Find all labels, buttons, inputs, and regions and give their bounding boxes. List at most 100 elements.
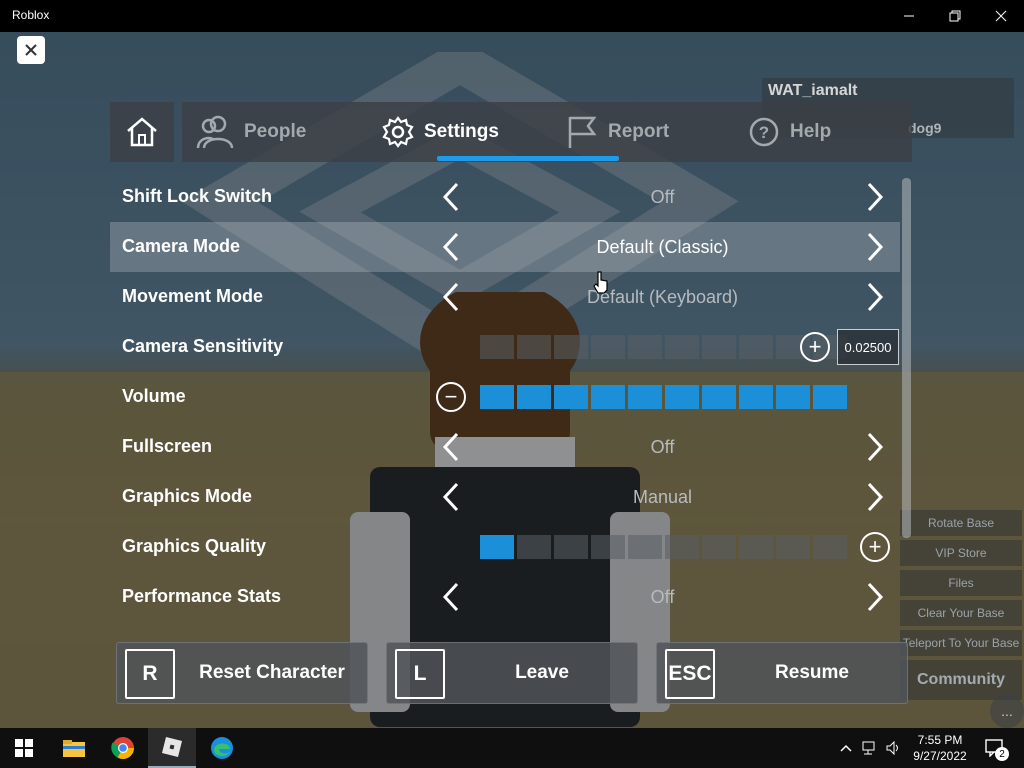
rotate-base-button[interactable]: Rotate Base	[900, 510, 1022, 536]
setting-graphics-mode[interactable]: Graphics Mode Manual	[110, 472, 900, 522]
setting-label: Performance Stats	[122, 586, 282, 606]
taskbar-roblox[interactable]	[148, 728, 196, 768]
tray-expand-button[interactable]	[838, 728, 854, 768]
setting-graphics-quality[interactable]: Graphics Quality +	[110, 522, 900, 572]
slider-segment[interactable]	[776, 535, 810, 559]
network-button[interactable]	[860, 728, 880, 768]
chevron-left-icon[interactable]	[436, 432, 466, 462]
setting-value: Manual	[632, 487, 693, 507]
plus-icon[interactable]: +	[860, 532, 890, 562]
edge-icon	[211, 737, 233, 759]
setting-camera-mode[interactable]: Camera Mode Default (Classic)	[110, 222, 900, 272]
slider-segment[interactable]	[739, 535, 773, 559]
tab-report[interactable]: Report	[566, 102, 669, 162]
taskbar-chrome[interactable]	[99, 728, 147, 768]
clear-base-button[interactable]: Clear Your Base	[900, 600, 1022, 626]
leaderboard-user[interactable]: dog9	[908, 120, 941, 136]
slider-segment[interactable]	[480, 385, 514, 409]
start-button[interactable]	[0, 728, 48, 768]
chevron-right-icon[interactable]	[860, 432, 890, 462]
chevron-left-icon[interactable]	[436, 282, 466, 312]
window-titlebar: Roblox	[0, 0, 1024, 32]
slider-segment[interactable]	[702, 535, 736, 559]
windows-start-icon	[15, 739, 33, 757]
slider-segment[interactable]	[813, 535, 847, 559]
slider-segment[interactable]	[702, 385, 736, 409]
settings-scrollbar[interactable]	[902, 178, 911, 538]
slider-segment[interactable]	[776, 385, 810, 409]
setting-label: Camera Sensitivity	[122, 336, 284, 356]
slider-segment[interactable]	[628, 535, 662, 559]
slider-segment[interactable]	[517, 535, 551, 559]
vip-store-button[interactable]: VIP Store	[900, 540, 1022, 566]
chevron-right-icon[interactable]	[860, 182, 890, 212]
slider-segment[interactable]	[739, 385, 773, 409]
chat-bubble-button[interactable]: ...	[990, 694, 1024, 728]
keybind-badge: ESC	[665, 649, 715, 699]
minus-icon[interactable]: −	[436, 382, 466, 412]
minimize-button[interactable]	[886, 0, 932, 32]
taskbar-clock[interactable]: 7:55 PM 9/27/2022	[908, 732, 972, 764]
tab-settings[interactable]: Settings	[382, 102, 499, 162]
setting-fullscreen[interactable]: Fullscreen Off	[110, 422, 900, 472]
slider-segment[interactable]	[480, 535, 514, 559]
setting-value: Default (Classic)	[596, 237, 729, 257]
slider-segment[interactable]	[665, 335, 699, 359]
chevron-left-icon[interactable]	[436, 182, 466, 212]
slider-segment[interactable]	[591, 535, 625, 559]
setting-volume[interactable]: Volume −	[110, 372, 900, 422]
slider-segment[interactable]	[702, 335, 736, 359]
tab-home[interactable]	[110, 102, 174, 162]
taskbar-edge[interactable]	[198, 728, 246, 768]
setting-camera-sensitivity[interactable]: Camera Sensitivity + 0.02500	[110, 322, 900, 372]
slider-segment[interactable]	[739, 335, 773, 359]
volume-button[interactable]	[884, 728, 904, 768]
slider-segment[interactable]	[517, 335, 551, 359]
files-button[interactable]: Files	[900, 570, 1022, 596]
setting-movement-mode[interactable]: Movement Mode Default (Keyboard)	[110, 272, 900, 322]
sensitivity-input[interactable]: 0.02500	[837, 329, 899, 365]
chevron-right-icon[interactable]	[860, 482, 890, 512]
slider-segment[interactable]	[591, 335, 625, 359]
window-title: Roblox	[12, 8, 50, 22]
slider-segment[interactable]	[517, 385, 551, 409]
restore-icon	[949, 10, 961, 22]
notifications-button[interactable]: 2	[980, 728, 1010, 768]
slider-segment[interactable]	[628, 335, 662, 359]
taskbar-file-explorer[interactable]	[50, 728, 98, 768]
volume-slider[interactable]	[480, 385, 850, 409]
chevron-right-icon[interactable]	[860, 232, 890, 262]
slider-segment[interactable]	[554, 385, 588, 409]
setting-shift-lock[interactable]: Shift Lock Switch Off	[110, 172, 900, 222]
setting-performance-stats[interactable]: Performance Stats Off	[110, 572, 900, 622]
slider-segment[interactable]	[554, 535, 588, 559]
slider-segment[interactable]	[628, 385, 662, 409]
plus-icon[interactable]: +	[800, 332, 830, 362]
restore-button[interactable]	[932, 0, 978, 32]
slider-segment[interactable]	[591, 385, 625, 409]
slider-segment[interactable]	[554, 335, 588, 359]
reset-character-button[interactable]: R Reset Character	[116, 642, 368, 704]
gear-icon	[382, 116, 414, 148]
close-menu-button[interactable]	[17, 36, 45, 64]
teleport-base-button[interactable]: Teleport To Your Base	[900, 630, 1022, 656]
slider-segment[interactable]	[665, 385, 699, 409]
sensitivity-slider[interactable]	[480, 335, 850, 359]
slider-segment[interactable]	[480, 335, 514, 359]
leave-button[interactable]: L Leave	[386, 642, 638, 704]
slider-segment[interactable]	[665, 535, 699, 559]
tab-people[interactable]: People	[196, 102, 306, 162]
people-icon	[196, 115, 234, 149]
chevron-right-icon[interactable]	[860, 582, 890, 612]
slider-segment[interactable]	[813, 385, 847, 409]
leaderboard-user[interactable]: WAT_iamalt	[768, 82, 858, 100]
resume-button[interactable]: ESC Resume	[656, 642, 908, 704]
chevron-right-icon[interactable]	[860, 282, 890, 312]
close-window-button[interactable]	[978, 0, 1024, 32]
graphics-quality-slider[interactable]	[480, 535, 850, 559]
chevron-left-icon[interactable]	[436, 582, 466, 612]
chevron-left-icon[interactable]	[436, 482, 466, 512]
chevron-left-icon[interactable]	[436, 232, 466, 262]
tab-strip: People Settings Report ? Help	[182, 102, 912, 162]
tab-help[interactable]: ? Help	[748, 102, 831, 162]
